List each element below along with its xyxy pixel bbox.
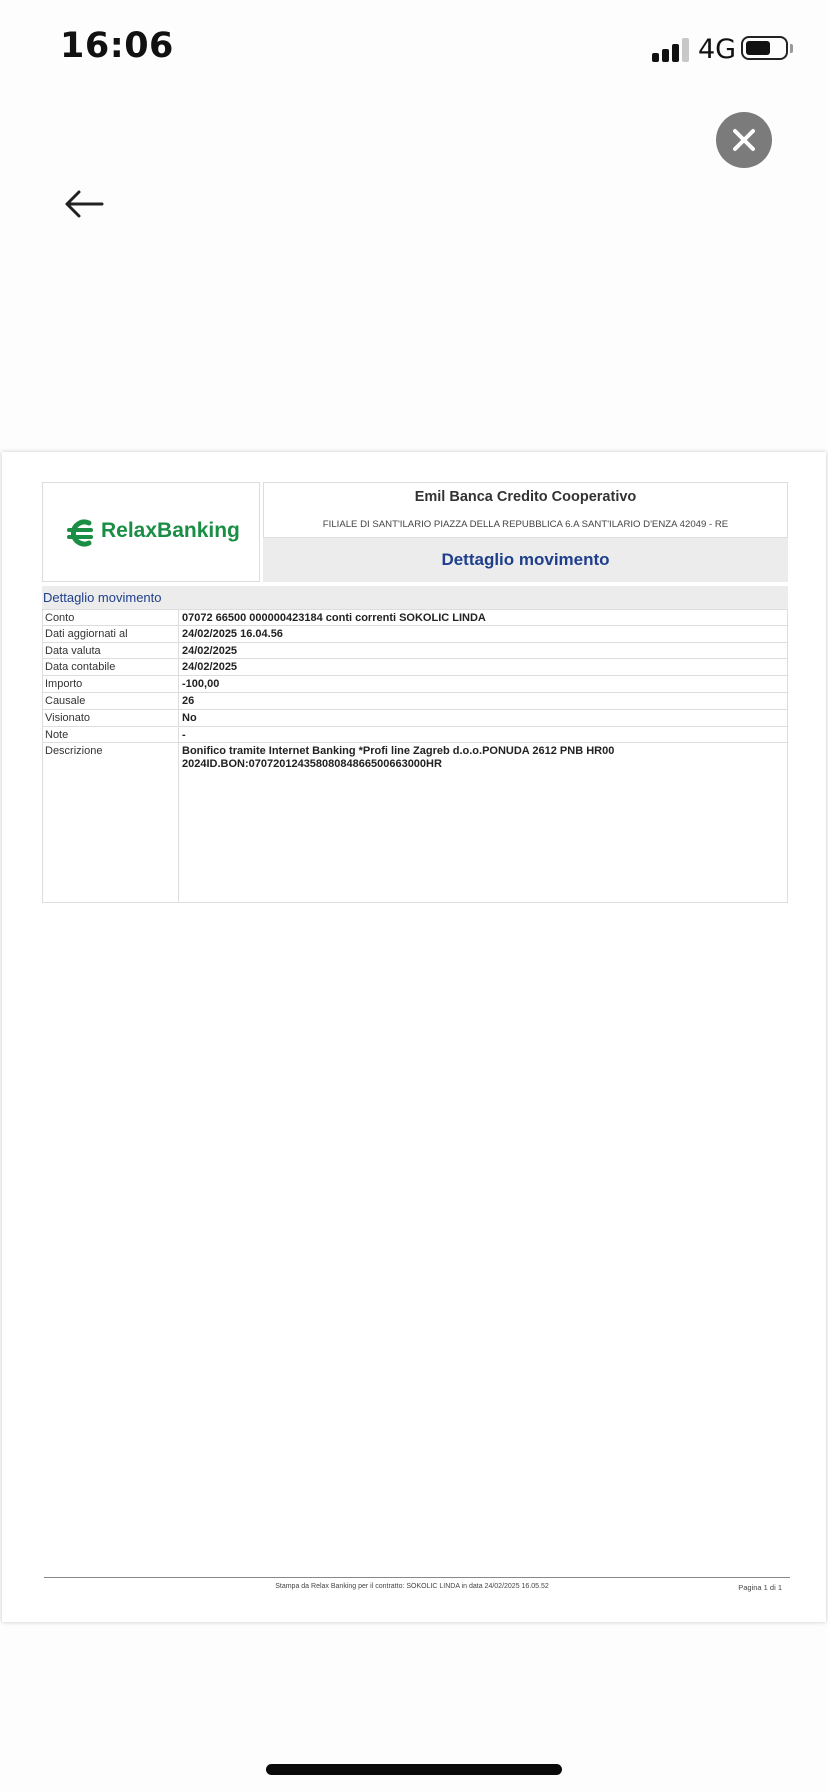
close-button[interactable]	[716, 112, 772, 168]
relaxbanking-logo-icon	[67, 519, 93, 547]
section-header: Dettaglio movimento	[42, 586, 788, 609]
logo-cell: RelaxBanking	[42, 482, 260, 582]
detail-row-note: Note -	[42, 726, 788, 744]
status-time: 16:06	[60, 26, 174, 66]
detail-row-visionato: Visionato No	[42, 709, 788, 727]
document-header: RelaxBanking Emil Banca Credito Cooperat…	[42, 482, 788, 582]
detail-row-causale: Causale 26	[42, 692, 788, 710]
row-value: 24/02/2025	[179, 659, 788, 676]
title-cell: Dettaglio movimento	[263, 538, 788, 582]
row-label: Data contabile	[42, 659, 179, 676]
row-label: Conto	[42, 610, 179, 625]
detail-row-importo: Importo -100,00	[42, 676, 788, 693]
bank-name: Emil Banca Credito Cooperativo	[414, 489, 637, 505]
row-label: Importo	[42, 676, 179, 692]
row-value: 26	[179, 692, 788, 709]
row-label: Note	[42, 726, 179, 743]
page-number: Pagina 1 di 1	[738, 1583, 782, 1592]
row-value: 24/02/2025	[179, 642, 788, 659]
signal-icon	[652, 38, 690, 62]
row-label: Dati aggiornati al	[42, 625, 179, 642]
back-button[interactable]	[62, 188, 106, 220]
arrow-left-icon	[65, 190, 104, 218]
battery-tip	[790, 44, 793, 53]
detail-table: Conto 07072 66500 000000423184 conti cor…	[42, 609, 788, 904]
battery-icon	[741, 36, 788, 60]
row-label: Data valuta	[42, 642, 179, 659]
row-value: 07072 66500 000000423184 conti correnti …	[179, 610, 788, 625]
row-value: 24/02/2025 16.04.56	[179, 625, 788, 642]
description-line-1: Bonifico tramite Internet Banking *Profi…	[182, 745, 615, 758]
detail-row-data-valuta: Data valuta 24/02/2025	[42, 642, 788, 660]
detail-row-descrizione: Descrizione Bonifico tramite Internet Ba…	[42, 743, 788, 904]
footer-print-info: Stampa da Relax Banking per il contratto…	[275, 1583, 549, 1590]
status-bar: 16:06 4G	[0, 0, 828, 100]
detail-row-conto: Conto 07072 66500 000000423184 conti cor…	[42, 609, 788, 626]
home-indicator[interactable]	[266, 1764, 562, 1775]
footer-divider	[44, 1577, 790, 1578]
row-value: No	[179, 709, 788, 726]
bank-info-cell: Emil Banca Credito Cooperativo FILIALE D…	[263, 482, 788, 538]
description-value: Bonifico tramite Internet Banking *Profi…	[179, 743, 788, 903]
logo-text: RelaxBanking	[101, 519, 240, 542]
row-label: Visionato	[42, 709, 179, 726]
row-label: Descrizione	[42, 743, 179, 903]
row-value: -100,00	[179, 676, 788, 692]
close-icon	[733, 129, 755, 151]
detail-row-data-contabile: Data contabile 24/02/2025	[42, 659, 788, 677]
bank-address: FILIALE DI SANT'ILARIO PIAZZA DELLA REPU…	[322, 519, 729, 530]
relaxbanking-logo: RelaxBanking	[65, 516, 240, 550]
description-line-2: 2024ID.BON:07072012435808084866500663000…	[182, 758, 442, 771]
network-type: 4G	[698, 34, 737, 65]
row-label: Causale	[42, 692, 179, 709]
document-page[interactable]: RelaxBanking Emil Banca Credito Cooperat…	[2, 452, 826, 1622]
section-title: Dettaglio movimento	[43, 590, 162, 605]
document-title: Dettaglio movimento	[441, 550, 610, 569]
row-value: -	[179, 726, 788, 743]
detail-row-dati-aggiornati: Dati aggiornati al 24/02/2025 16.04.56	[42, 625, 788, 643]
